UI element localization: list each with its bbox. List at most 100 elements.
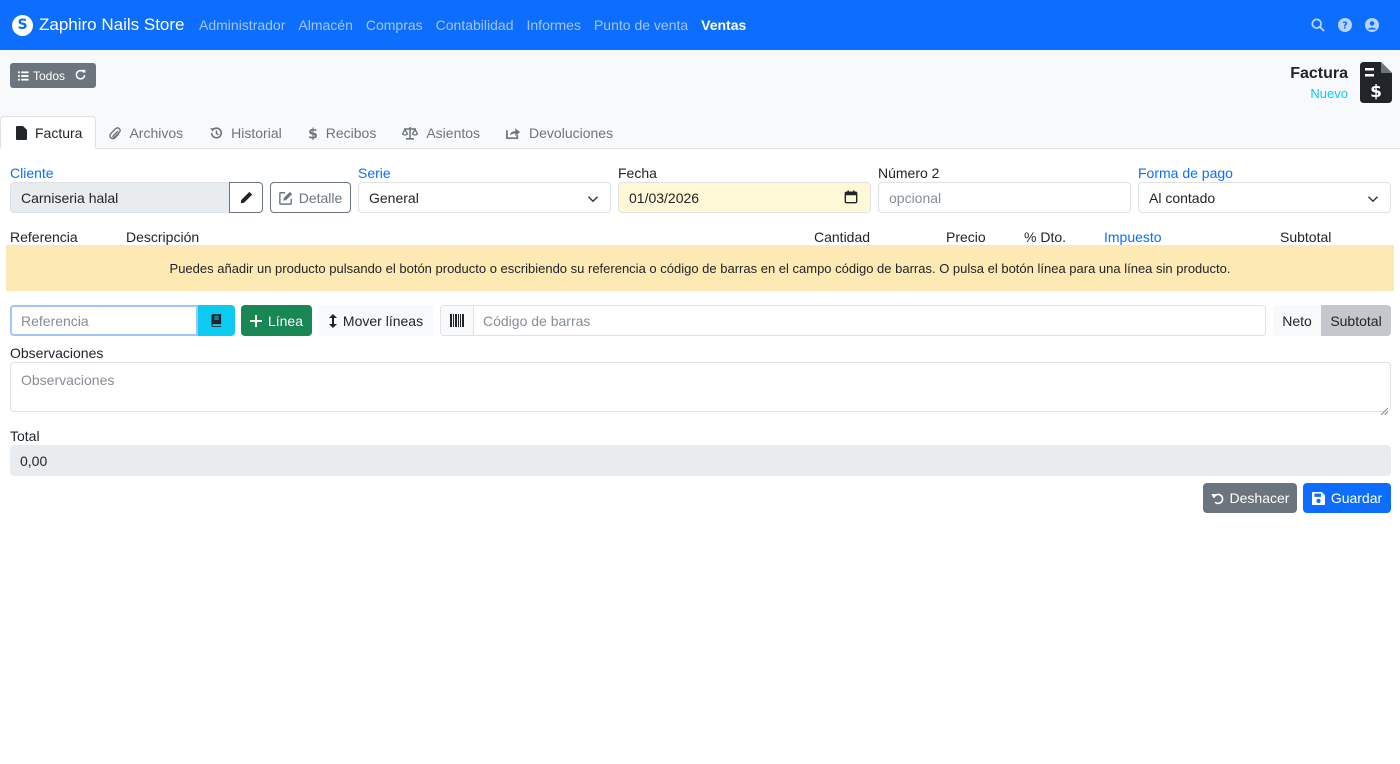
detalle-label: Detalle: [298, 189, 343, 206]
top-navbar: S Zaphiro Nails Store Administrador Alma…: [0, 0, 1400, 50]
todos-label: Todos: [33, 68, 66, 83]
nav-right-icons: ?: [1305, 0, 1400, 50]
subtotal-toggle[interactable]: Subtotal: [1321, 305, 1391, 336]
serie-value: General: [369, 189, 419, 206]
file-icon: [16, 125, 27, 140]
user-icon[interactable]: [1359, 12, 1385, 38]
list-icon: [18, 70, 29, 81]
add-line-button[interactable]: Línea: [241, 305, 312, 336]
svg-text:?: ?: [1342, 21, 1348, 32]
nav-item-informes[interactable]: Informes: [520, 17, 587, 33]
calendar-icon[interactable]: [844, 190, 858, 207]
fecha-input[interactable]: 01/03/2026: [618, 182, 871, 213]
history-icon: [209, 126, 223, 140]
total-label: Total: [10, 428, 40, 444]
observaciones-textarea[interactable]: Observaciones: [10, 362, 1391, 416]
nav-item-compras[interactable]: Compras: [359, 17, 429, 33]
info-alert-text: Puedes añadir un producto pulsando el bo…: [169, 260, 1231, 276]
document-status: Nuevo: [1310, 86, 1348, 101]
nav-item-almacen[interactable]: Almacén: [292, 17, 359, 33]
col-cantidad: Cantidad: [814, 229, 871, 245]
pencil-icon: [240, 191, 252, 204]
fecha-label: Fecha: [618, 165, 657, 181]
nav-menu: Administrador Almacén Compras Contabilid…: [193, 17, 753, 33]
col-dto: % Dto.: [1024, 229, 1067, 245]
nav-item-punto-de-venta[interactable]: Punto de venta: [587, 17, 694, 33]
undo-icon: [1210, 492, 1224, 505]
resize-handle-icon[interactable]: [1380, 402, 1389, 416]
svg-text:$: $: [308, 126, 318, 140]
barcode-input[interactable]: Código de barras: [474, 313, 590, 329]
serie-label[interactable]: Serie: [358, 165, 391, 181]
tab-recibos[interactable]: $ Recibos: [295, 116, 390, 149]
nav-item-administrador[interactable]: Administrador: [193, 17, 292, 33]
tab-archivos[interactable]: Archivos: [96, 116, 196, 149]
tab-historial-label: Historial: [231, 124, 282, 141]
tab-archivos-label: Archivos: [129, 124, 184, 141]
todos-button[interactable]: Todos: [10, 63, 96, 88]
search-icon[interactable]: [1305, 12, 1331, 38]
neto-toggle[interactable]: Neto: [1273, 305, 1321, 336]
nav-item-ventas[interactable]: Ventas: [695, 17, 753, 33]
tab-bar: Factura Archivos Historial $ Recibos Asi…: [0, 116, 626, 149]
save-button[interactable]: Guardar: [1303, 483, 1391, 513]
chevron-down-icon: [1367, 192, 1379, 208]
dollar-icon: $: [308, 126, 318, 140]
forma-pago-label[interactable]: Forma de pago: [1138, 165, 1233, 181]
col-subtotal: Subtotal: [1280, 229, 1332, 245]
info-alert: Puedes añadir un producto pulsando el bo…: [6, 245, 1394, 291]
col-impuesto[interactable]: Impuesto: [1104, 229, 1162, 245]
tab-asientos[interactable]: Asientos: [389, 116, 493, 149]
barcode-icon: [441, 306, 474, 335]
move-lines-button[interactable]: Mover líneas: [319, 305, 433, 336]
add-line-label: Línea: [267, 312, 304, 329]
forma-pago-value: Al contado: [1149, 189, 1216, 206]
undo-button[interactable]: Deshacer: [1203, 483, 1297, 513]
barcode-input-group[interactable]: Código de barras: [440, 305, 1266, 336]
numero2-input[interactable]: opcional: [878, 182, 1131, 213]
nav-item-contabilidad[interactable]: Contabilidad: [429, 17, 520, 33]
document-title: Factura: [1290, 65, 1348, 82]
tab-factura[interactable]: Factura: [0, 116, 97, 149]
observaciones-placeholder: Observaciones: [21, 372, 115, 388]
col-descripcion: Descripción: [126, 229, 200, 245]
total-value: 0,00: [10, 445, 1391, 476]
tab-recibos-label: Recibos: [325, 124, 377, 141]
share-icon: [506, 126, 521, 140]
observaciones-label: Observaciones: [10, 345, 104, 361]
move-lines-label: Mover líneas: [342, 312, 424, 329]
numero2-label: Número 2: [878, 165, 940, 181]
help-icon[interactable]: ?: [1332, 12, 1358, 38]
edit-icon: [278, 191, 293, 205]
chevron-down-icon: [587, 192, 599, 208]
edit-cliente-button[interactable]: [229, 182, 263, 213]
svg-text:$: $: [1370, 82, 1382, 102]
serie-select[interactable]: General: [358, 182, 611, 213]
paperclip-icon: [109, 126, 122, 140]
tab-devoluciones[interactable]: Devoluciones: [493, 116, 626, 149]
file-invoice-dollar-icon: $: [1360, 62, 1392, 103]
plus-icon: [249, 314, 262, 327]
tab-devoluciones-label: Devoluciones: [529, 124, 614, 141]
brand[interactable]: S Zaphiro Nails Store: [12, 14, 185, 36]
product-search-button[interactable]: [198, 305, 235, 336]
col-precio: Precio: [946, 229, 986, 245]
forma-pago-select[interactable]: Al contado: [1138, 182, 1391, 213]
arrows-vertical-icon: [328, 313, 337, 328]
cliente-label[interactable]: Cliente: [10, 165, 54, 181]
brand-logo-icon: S: [12, 14, 33, 36]
tab-factura-label: Factura: [35, 124, 83, 141]
undo-label: Deshacer: [1229, 490, 1290, 506]
floppy-disk-icon: [1311, 491, 1325, 505]
brand-name: Zaphiro Nails Store: [39, 15, 185, 34]
cliente-field[interactable]: Carniseria halal: [10, 182, 230, 213]
tab-asientos-label: Asientos: [426, 124, 481, 141]
refresh-icon[interactable]: [75, 69, 86, 83]
balance-scale-icon: [402, 126, 419, 140]
detalle-button[interactable]: Detalle: [270, 182, 351, 213]
referencia-input[interactable]: Referencia: [10, 305, 198, 336]
tab-historial[interactable]: Historial: [196, 116, 295, 149]
save-label: Guardar: [1330, 490, 1383, 506]
book-icon: [211, 314, 222, 327]
fecha-value: 01/03/2026: [629, 189, 700, 206]
